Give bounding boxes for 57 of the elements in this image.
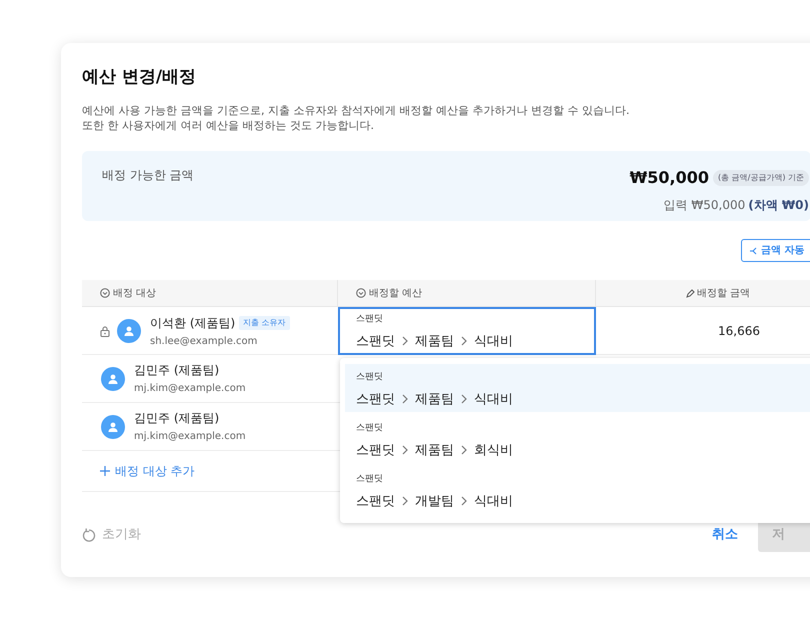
- path-label: 스팬딧: [356, 492, 395, 510]
- chevron-icon: [460, 496, 468, 506]
- amount-cell-text: 16,666: [718, 323, 760, 340]
- person-email: sh.lee@example.com: [150, 334, 258, 348]
- person-name: 김민주 (제품팀): [134, 410, 220, 427]
- available-amount: ₩50,000: [630, 167, 709, 189]
- column-header: 배정 대상: [82, 280, 338, 306]
- column-header: 배정할 예산: [338, 280, 596, 306]
- input-total: 입력 ₩50,000: [664, 197, 746, 214]
- path-label: 식대비: [474, 332, 513, 350]
- person-name: 김민주 (제품팀): [134, 362, 220, 379]
- chevron-icon: [460, 394, 468, 404]
- path-label: 스팬딧: [356, 442, 395, 460]
- path-label: 개발팀: [415, 492, 454, 510]
- chevron-icon: [401, 394, 409, 404]
- dialog-title: 예산 변경/배정: [82, 66, 198, 89]
- chevron-icon: [401, 496, 409, 506]
- chevron-circle-icon: [356, 288, 366, 298]
- budget-org: 스팬딧: [356, 422, 384, 435]
- dialog-description: 예산에 사용 가능한 금액을 기준으로, 지출 소유자와 참석자에게 배정할 예산을 추가하거나 변경할 수 있습니다. 또한 한 사용자에게 여러 예산을 배정하는 것도 가능합니다.: [82, 103, 630, 133]
- chevron-icon: [460, 445, 468, 456]
- path-label: 제품팀: [415, 332, 454, 350]
- path-label: 회식비: [474, 442, 513, 460]
- avatar-icon: [117, 319, 141, 343]
- budget-org: 스팬딧: [356, 473, 384, 486]
- person-name: 이석환 (제품팀): [150, 314, 236, 332]
- path-label: 스팬딧: [356, 332, 395, 350]
- chevron-circle-icon: [100, 288, 110, 298]
- difference-text: (차액 ₩0): [748, 197, 809, 214]
- auto-distribute-button[interactable]: 금액 자동: [741, 239, 810, 262]
- person-email: mj.kim@example.com: [134, 382, 246, 396]
- basis-badge: (총 금액/공급가액) 기준: [712, 170, 809, 186]
- budget-select[interactable]: 스팬딧 스팬딧 제품팀 식대비: [338, 307, 596, 355]
- cancel-button[interactable]: 취소: [712, 525, 738, 545]
- path-label: 스팬딧: [356, 390, 395, 408]
- summary-label: 배정 가능한 금액: [102, 167, 194, 184]
- owner-badge: 지출 소유자: [239, 316, 290, 330]
- split-icon: [750, 246, 758, 254]
- person-email: mj.kim@example.com: [134, 430, 246, 444]
- path-label: 식대비: [474, 390, 513, 408]
- avatar-icon: [101, 366, 125, 390]
- budget-org: 스팬딧: [356, 313, 384, 326]
- path-label: 제품팀: [415, 442, 454, 460]
- add-assignee-button[interactable]: 배정 대상 추가: [100, 462, 195, 480]
- path-label: 제품팀: [415, 390, 454, 408]
- path-label: 식대비: [474, 492, 513, 510]
- budget-org: 스팬딧: [356, 371, 384, 384]
- column-header: 배정할 금액: [596, 280, 810, 306]
- chevron-icon: [401, 445, 409, 456]
- chevron-icon: [460, 336, 468, 346]
- plus-icon: [100, 466, 110, 476]
- pencil-icon: [686, 288, 695, 298]
- reset-button[interactable]: 초기화: [82, 525, 141, 545]
- budget-option[interactable]: 스팬딧 스팬딧 제품팀 식대비: [345, 364, 810, 412]
- reset-icon: [82, 528, 96, 542]
- chevron-icon: [401, 336, 409, 346]
- avatar-icon: [101, 414, 125, 438]
